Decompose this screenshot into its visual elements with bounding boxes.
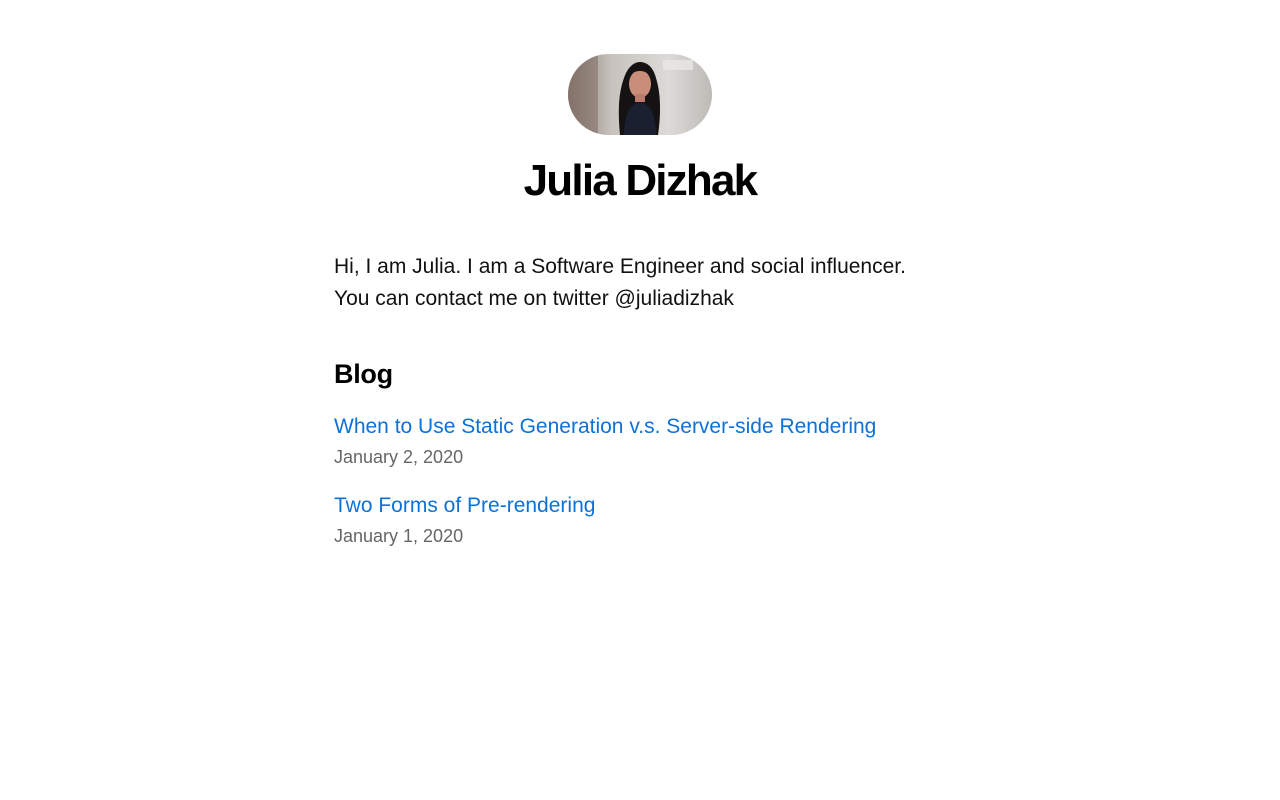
- post-link[interactable]: When to Use Static Generation v.s. Serve…: [334, 412, 876, 442]
- bio-line-2: You can contact me on twitter @juliadizh…: [334, 287, 734, 310]
- blog-heading: Blog: [334, 359, 393, 389]
- blog-section: Blog When to Use Static Generation v.s. …: [334, 357, 946, 548]
- post-link[interactable]: Two Forms of Pre-rendering: [334, 491, 595, 521]
- profile-name: Julia Dizhak: [523, 156, 759, 205]
- list-item: When to Use Static Generation v.s. Serve…: [334, 412, 946, 469]
- intro-section: Hi, I am Julia. I am a Software Engineer…: [334, 251, 946, 315]
- profile-header: Julia Dizhak: [334, 54, 946, 207]
- bio-line-1: Hi, I am Julia. I am a Software Engineer…: [334, 255, 906, 278]
- post-date: January 2, 2020: [334, 447, 464, 467]
- list-item: Two Forms of Pre-rendering January 1, 20…: [334, 491, 946, 548]
- post-list: When to Use Static Generation v.s. Serve…: [334, 412, 946, 548]
- post-date: January 1, 2020: [334, 526, 464, 546]
- profile-avatar: [568, 54, 712, 135]
- page-container: Julia Dizhak Hi, I am Julia. I am a Soft…: [334, 0, 946, 548]
